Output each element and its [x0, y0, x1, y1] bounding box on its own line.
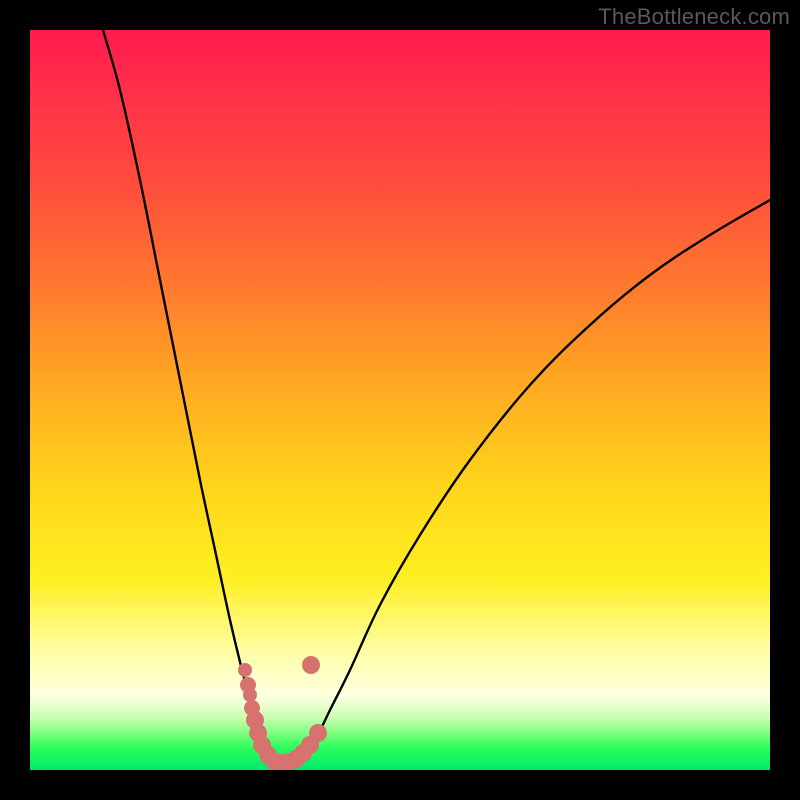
sample-marker	[243, 688, 257, 702]
sample-marker	[309, 724, 327, 742]
sample-marker	[302, 656, 320, 674]
chart-stage: TheBottleneck.com	[0, 0, 800, 800]
sample-marker	[238, 663, 252, 677]
watermark-label: TheBottleneck.com	[598, 4, 790, 30]
plot-area	[30, 30, 770, 770]
bottleneck-curve	[103, 30, 770, 767]
curve-layer	[30, 30, 770, 770]
